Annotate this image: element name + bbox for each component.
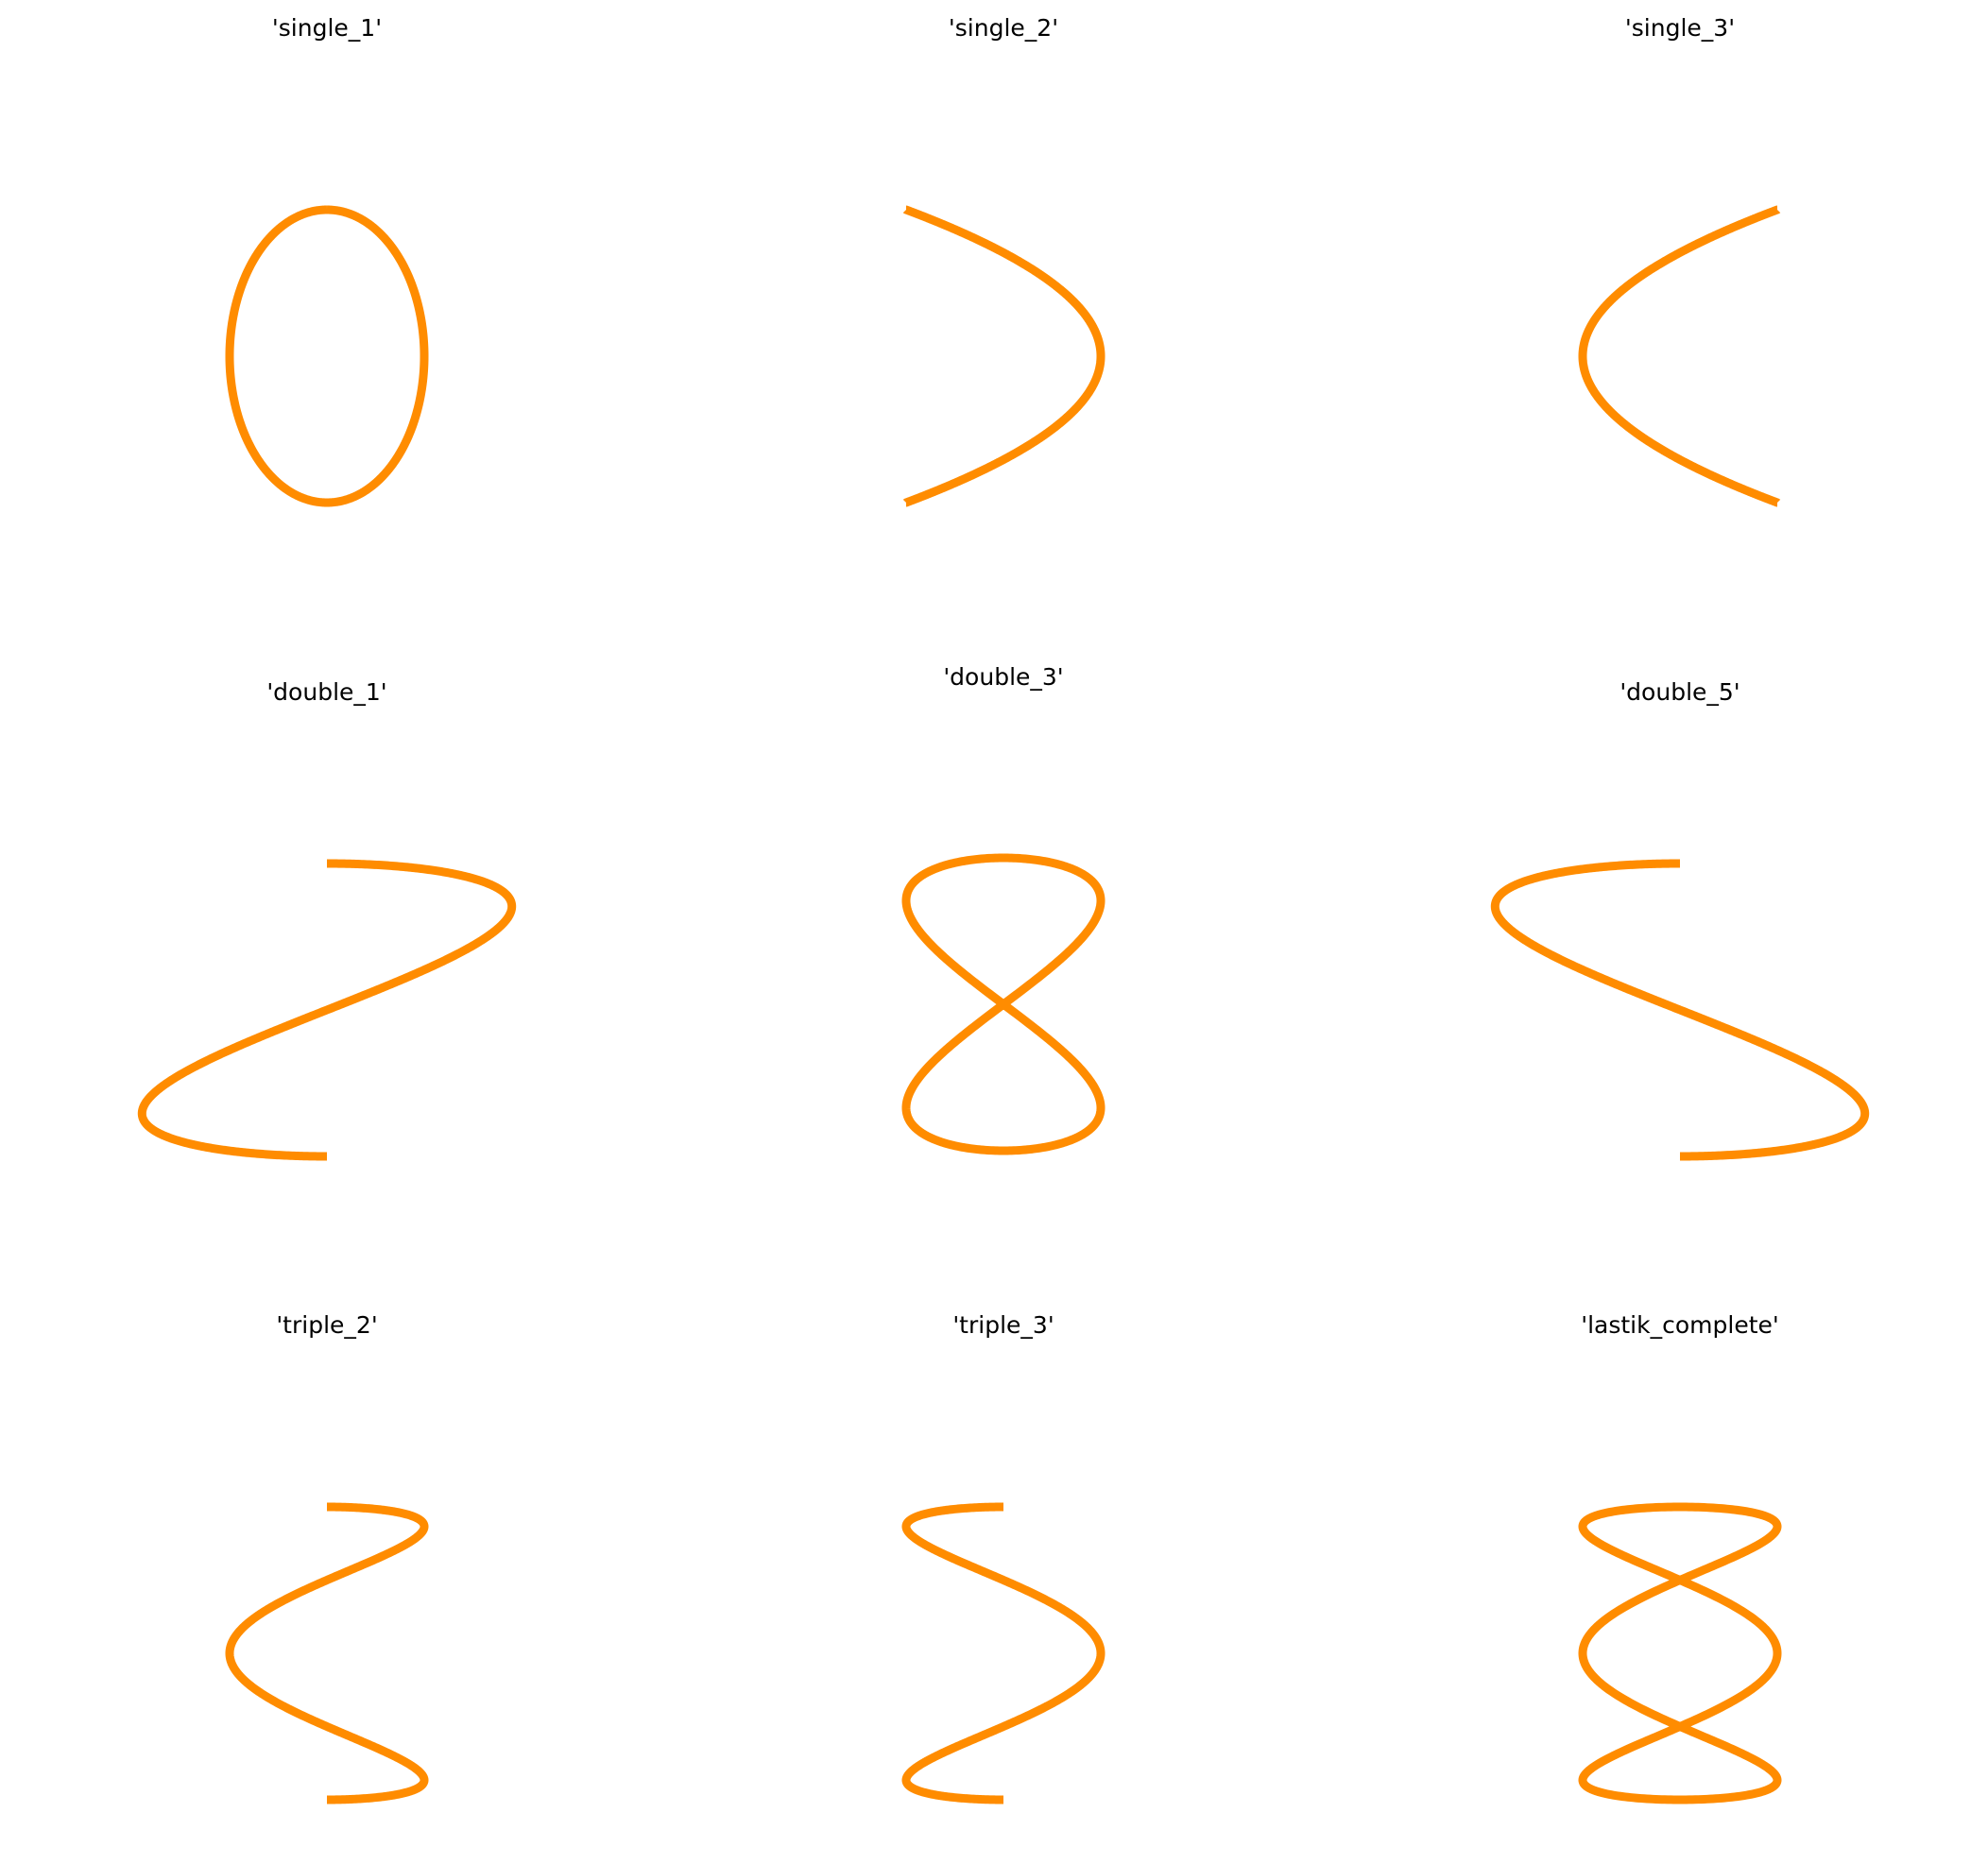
panel-triple-2: 'triple_2' (225, 1311, 429, 1804)
series-line (137, 859, 517, 1161)
panel-title: 'double_1' (266, 678, 386, 706)
panel-double-3: 'double_3' (901, 663, 1105, 1155)
panel-double-5: 'double_5' (1490, 678, 1870, 1161)
series-line (901, 1502, 1105, 1804)
series-line (1578, 205, 1782, 507)
panel-lastik-complete: 'lastik_complete' (1578, 1311, 1782, 1804)
panel-single-2: 'single_2' (901, 14, 1105, 507)
series-line (225, 1502, 429, 1804)
panel-triple-3: 'triple_3' (901, 1311, 1105, 1804)
panel-title: 'single_2' (949, 14, 1058, 42)
panel-single-3: 'single_3' (1578, 14, 1782, 507)
panel-title: 'double_5' (1620, 678, 1740, 706)
series-line (901, 205, 1105, 507)
panel-title: 'double_3' (943, 663, 1063, 691)
panel-title: 'lastik_complete' (1581, 1311, 1779, 1339)
series-line (1578, 1502, 1782, 1804)
series-line (225, 205, 429, 507)
panel-title: 'single_1' (272, 14, 382, 42)
panel-title: 'triple_2' (276, 1311, 377, 1339)
figure-canvas: 'single_1' 'single_2' 'single_3' 'double… (137, 14, 1870, 1804)
panel-double-1: 'double_1' (137, 678, 517, 1161)
series-line (901, 853, 1105, 1155)
panel-title: 'triple_3' (952, 1311, 1054, 1339)
series-line (1490, 859, 1870, 1161)
panel-single-1: 'single_1' (225, 14, 429, 507)
panel-title: 'single_3' (1625, 14, 1735, 42)
